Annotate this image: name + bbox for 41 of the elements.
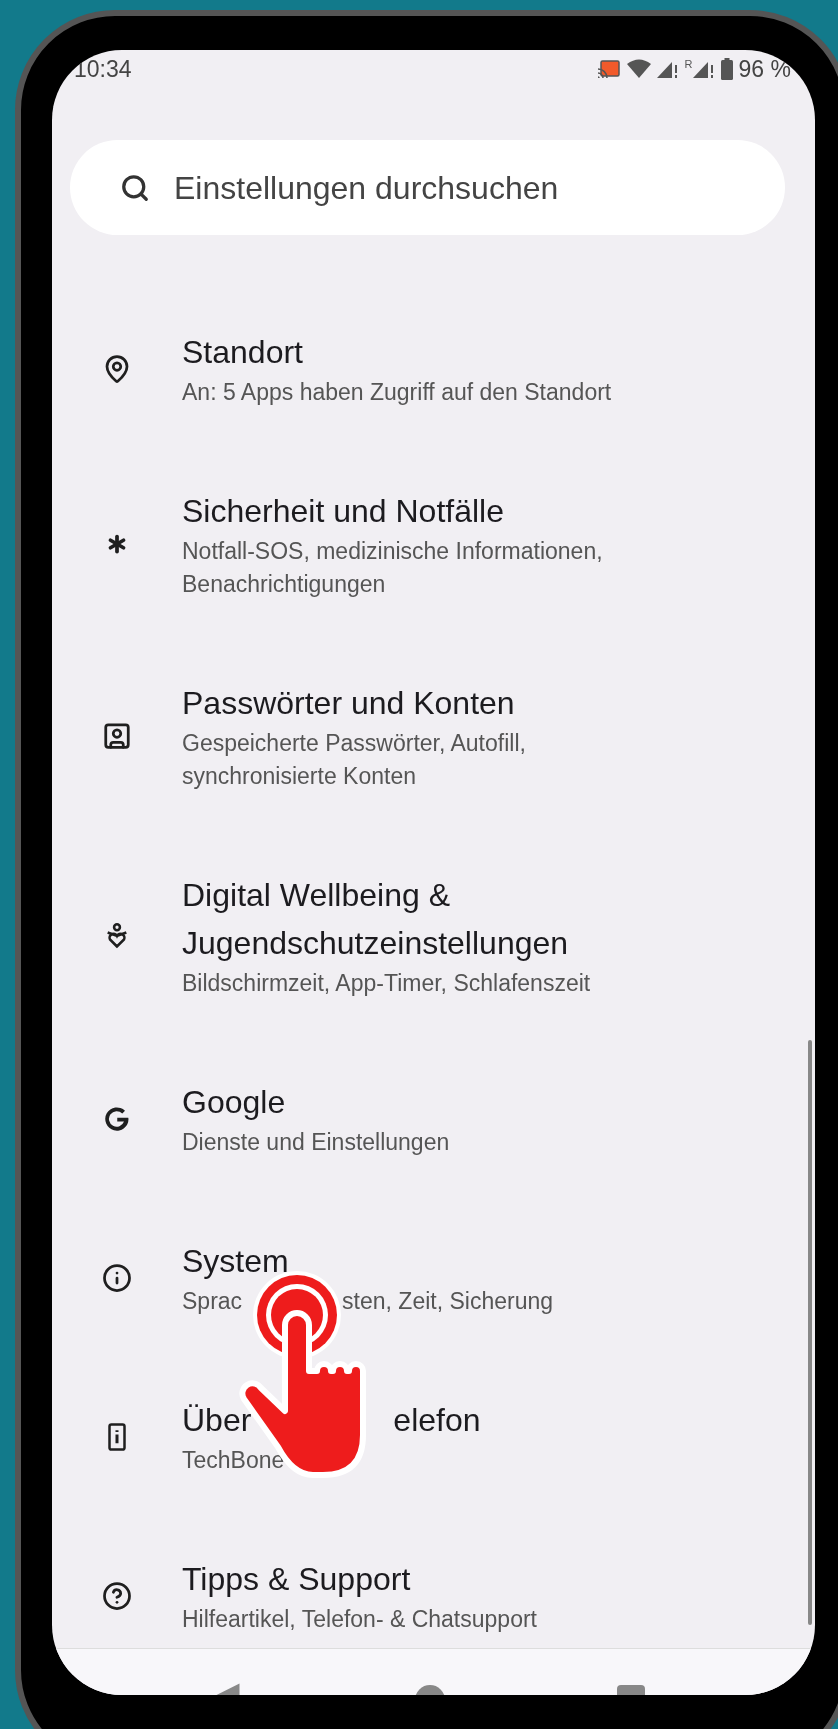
item-title: Google: [182, 1083, 286, 1122]
item-title: Tipps & Support: [182, 1560, 411, 1599]
battery-percentage: 96 %: [738, 54, 791, 84]
roaming-indicator: R: [684, 59, 693, 70]
item-subtitle: Bildschirmzeit, App-Timer, Schlafenszeit: [182, 969, 591, 998]
settings-item[interactable]: Tipps & Support Hilfeartikel, Telefon- & Chatsupport: [52, 1516, 815, 1636]
battery-icon: [720, 58, 733, 80]
cast-icon: [596, 59, 621, 79]
item-title: Standort: [182, 333, 303, 372]
info-icon: [102, 1262, 132, 1293]
settings-item[interactable]: Sicherheit und Notfälle Notfall-SOS, medizinische Informationen, Benachrichtigungen: [52, 448, 815, 640]
settings-item[interactable]: Digital Wellbeing & Jugendschutzeinstellungen Bildschirmzeit, App-Timer, Schlafenszeit: [52, 832, 815, 1039]
search-field[interactable]: Einstellungen durchsuchen: [70, 140, 785, 235]
search-icon: [120, 172, 150, 203]
item-title: Jugendschutzeinstellungen: [182, 924, 569, 963]
item-subtitle: Gespeicherte Passwörter, Autofill,: [182, 729, 526, 758]
search-placeholder: Einstellungen durchsuchen: [174, 168, 559, 208]
item-subtitle: Sprac: [182, 1287, 243, 1316]
settings-item[interactable]: Passwörter und Konten Gespeicherte Passwörter, Autofill, synchronisierte Konten: [52, 640, 815, 832]
item-subtitle: synchronisierte Konten: [182, 762, 416, 791]
settings-item[interactable]: Standort An: 5 Apps haben Zugriff auf den Standort: [52, 289, 815, 448]
item-subtitle: Benachrichtigungen: [182, 570, 386, 599]
settings-item[interactable]: Über elefon TechBone: [52, 1357, 815, 1516]
item-title: Passwörter und Konten: [182, 684, 515, 723]
item-title: elefon: [393, 1401, 481, 1440]
item-subtitle: TechBone: [182, 1446, 285, 1475]
settings-item[interactable]: System Sprac sten, Zeit, Sicherung: [52, 1198, 815, 1357]
item-subtitle: Dienste und Einstellungen: [182, 1128, 450, 1157]
status-time: 10:34: [74, 54, 132, 84]
wifi-icon: [626, 59, 651, 79]
item-subtitle: sten, Zeit, Sicherung: [342, 1287, 554, 1316]
item-subtitle: Hilfeartikel, Telefon- & Chatsupport: [182, 1605, 537, 1634]
item-subtitle: Notfall-SOS, medizinische Informationen,: [182, 537, 603, 566]
item-title: Über: [182, 1401, 252, 1440]
item-title: Sicherheit und Notfälle: [182, 492, 504, 531]
item-title: System: [182, 1242, 289, 1281]
item-subtitle: An: 5 Apps haben Zugriff auf den Standort: [182, 378, 612, 407]
item-title: Digital Wellbeing &: [182, 876, 450, 915]
settings-item[interactable]: Google Dienste und Einstellungen: [52, 1039, 815, 1198]
contact-card-icon: [102, 721, 132, 751]
help-icon: [102, 1580, 132, 1611]
